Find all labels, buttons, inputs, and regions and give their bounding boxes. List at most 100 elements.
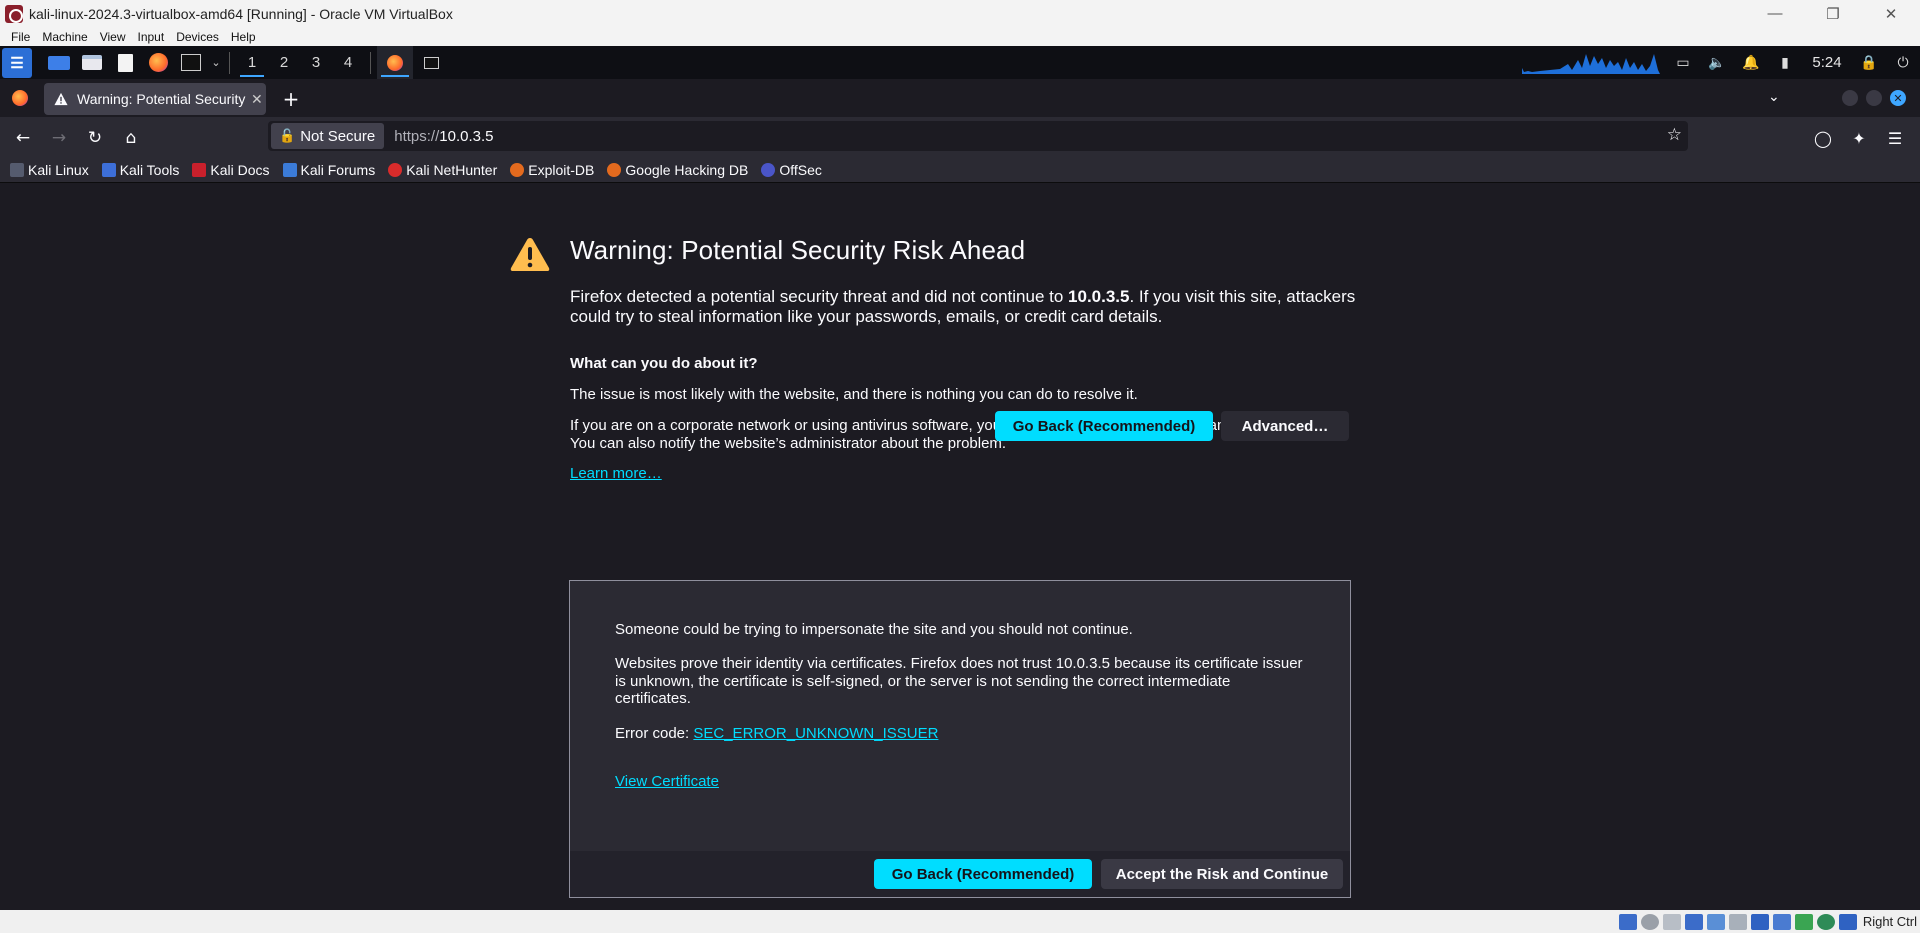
go-back-button[interactable]: Go Back (Recommended) <box>995 411 1213 441</box>
menu-machine[interactable]: Machine <box>37 30 94 44</box>
advanced-button[interactable]: Advanced… <box>1221 411 1349 441</box>
url-scheme: https:// <box>394 127 440 145</box>
bookmark-kali-nethunter[interactable]: Kali NetHunter <box>388 162 497 178</box>
menu-help[interactable]: Help <box>226 30 263 44</box>
tab-close-icon[interactable]: ✕ <box>251 91 263 108</box>
not-secure-label: Not Secure <box>300 127 376 145</box>
site-identity-button[interactable]: 🔓 Not Secure <box>271 123 385 149</box>
audio-icon[interactable] <box>1662 913 1681 930</box>
file-manager-icon[interactable] <box>77 48 107 78</box>
intro-text: Firefox detected a potential security th… <box>570 287 1356 326</box>
cpu-icon[interactable] <box>1794 913 1813 930</box>
url-bar[interactable]: 🔓 Not Secure https://10.0.3.5 ☆ <box>268 121 1688 151</box>
hard-disk-icon[interactable] <box>1618 913 1637 930</box>
panel-separator <box>229 51 230 74</box>
display-status-icon[interactable] <box>1750 913 1769 930</box>
terminal-icon <box>423 56 439 69</box>
firefox-view-icon[interactable] <box>12 90 28 106</box>
minimize-window-dot[interactable] <box>1842 90 1858 106</box>
ghdb-icon <box>607 162 622 177</box>
forward-button[interactable]: → <box>45 124 73 152</box>
workspace-1[interactable]: 1 <box>236 46 268 79</box>
window-controls: — ❐ ✕ <box>1746 0 1920 27</box>
optical-drive-icon[interactable] <box>1640 913 1659 930</box>
hamburger-menu-icon[interactable]: ☰ <box>1882 125 1908 151</box>
what-can-you-do-heading: What can you do about it? <box>570 355 758 372</box>
reload-button[interactable]: ↻ <box>81 124 109 152</box>
accept-risk-button[interactable]: Accept the Risk and Continue <box>1101 859 1343 889</box>
kali-dragon-icon <box>10 162 24 177</box>
advanced-panel-footer: Go Back (Recommended) Accept the Risk an… <box>570 851 1350 897</box>
bookmark-kali-tools[interactable]: Kali Tools <box>101 162 179 178</box>
menu-input[interactable]: Input <box>133 30 172 44</box>
error-code-line: Error code: SEC_ERROR_UNKNOWN_ISSUER <box>615 725 939 742</box>
panel-separator <box>370 51 371 74</box>
close-icon[interactable]: ✕ <box>1862 0 1920 27</box>
list-all-tabs-icon[interactable]: ⌄ <box>1768 89 1780 105</box>
new-tab-icon[interactable]: + <box>280 87 302 111</box>
back-button[interactable]: ← <box>9 124 37 152</box>
view-certificate-link[interactable]: View Certificate <box>615 773 719 790</box>
workspace-3[interactable]: 3 <box>300 46 332 79</box>
menu-file[interactable]: File <box>6 30 37 44</box>
error-code-link[interactable]: SEC_ERROR_UNKNOWN_ISSUER <box>693 725 938 742</box>
vbox-menubar: File Machine View Input Devices Help <box>0 27 1920 46</box>
tab-security-warning[interactable]: Warning: Potential Security Risk Ahead ✕ <box>44 83 266 115</box>
taskbar-firefox[interactable] <box>377 46 413 79</box>
workspace-2[interactable]: 2 <box>268 46 300 79</box>
window-title: kali-linux-2024.3-virtualbox-amd64 [Runn… <box>29 5 453 22</box>
volume-icon[interactable]: 🔈 <box>1700 46 1734 79</box>
advanced-panel: Someone could be trying to impersonate t… <box>569 580 1351 898</box>
menu-view[interactable]: View <box>95 30 133 44</box>
text-editor-icon[interactable] <box>110 48 140 78</box>
lock-screen-icon[interactable]: 🔒 <box>1852 46 1886 79</box>
bookmark-exploit-db[interactable]: Exploit-DB <box>510 162 594 178</box>
bookmark-google-hacking-db[interactable]: Google Hacking DB <box>607 162 748 178</box>
workspace-4[interactable]: 4 <box>332 46 364 79</box>
pocket-icon[interactable]: ◯ <box>1810 125 1836 151</box>
keyboard-capture-icon[interactable] <box>1838 913 1857 930</box>
power-icon[interactable]: ⏻ <box>1886 46 1920 79</box>
desktop-launcher-icon[interactable] <box>44 48 74 78</box>
learn-more-link[interactable]: Learn more… <box>570 465 662 482</box>
certificate-explanation: Websites prove their identity via certif… <box>615 655 1303 707</box>
vbox-titlebar: kali-linux-2024.3-virtualbox-amd64 [Runn… <box>0 0 1920 27</box>
taskbar-terminal[interactable] <box>413 46 449 79</box>
mouse-integration-icon[interactable] <box>1816 913 1835 930</box>
usb-icon[interactable] <box>1706 913 1725 930</box>
bookmark-offsec[interactable]: OffSec <box>761 162 822 178</box>
maximize-window-dot[interactable] <box>1866 90 1882 106</box>
terminal-launcher-icon[interactable] <box>176 48 206 78</box>
shared-folders-icon[interactable] <box>1728 913 1747 930</box>
notification-bell-icon[interactable]: 🔔 <box>1734 46 1768 79</box>
broken-lock-icon: 🔓 <box>279 128 296 143</box>
system-tray: ▭ 🔈 🔔 ▮ 5:24 🔒 ⏻ <box>1666 46 1920 79</box>
bookmark-kali-linux[interactable]: Kali Linux <box>10 162 89 178</box>
firefox-tab-bar: Warning: Potential Security Risk Ahead ✕… <box>0 79 1920 117</box>
bookmark-star-icon[interactable]: ☆ <box>1667 125 1682 145</box>
bookmark-kali-docs[interactable]: Kali Docs <box>192 162 270 178</box>
offsec-icon <box>761 162 776 177</box>
network-icon[interactable] <box>1684 913 1703 930</box>
close-window-icon[interactable]: ✕ <box>1890 90 1906 106</box>
battery-icon[interactable]: ▮ <box>1768 46 1802 79</box>
virtualbox-app-icon <box>5 4 23 23</box>
extensions-icon[interactable]: ✦ <box>1846 125 1872 151</box>
go-back-button-advanced[interactable]: Go Back (Recommended) <box>874 859 1092 889</box>
menu-devices[interactable]: Devices <box>171 30 226 44</box>
vbox-statusbar: Right Ctrl <box>0 910 1920 933</box>
exploit-db-icon <box>510 162 525 177</box>
video-capture-icon[interactable] <box>1772 913 1791 930</box>
url-text[interactable]: https://10.0.3.5 <box>394 128 493 145</box>
chevron-down-icon[interactable]: ⌄ <box>209 48 223 78</box>
panel-clock[interactable]: 5:24 <box>1802 46 1852 79</box>
firefox-launcher-icon[interactable] <box>143 48 173 78</box>
minimize-icon[interactable]: — <box>1746 0 1804 27</box>
intro-host: 10.0.3.5 <box>1068 287 1130 306</box>
kali-tools-icon <box>101 162 116 177</box>
restore-icon[interactable]: ❐ <box>1804 0 1862 27</box>
home-button[interactable]: ⌂ <box>117 124 145 152</box>
kali-menu-icon[interactable]: ☰ <box>2 47 32 78</box>
bookmark-kali-forums[interactable]: Kali Forums <box>282 162 375 178</box>
display-icon[interactable]: ▭ <box>1666 46 1700 79</box>
